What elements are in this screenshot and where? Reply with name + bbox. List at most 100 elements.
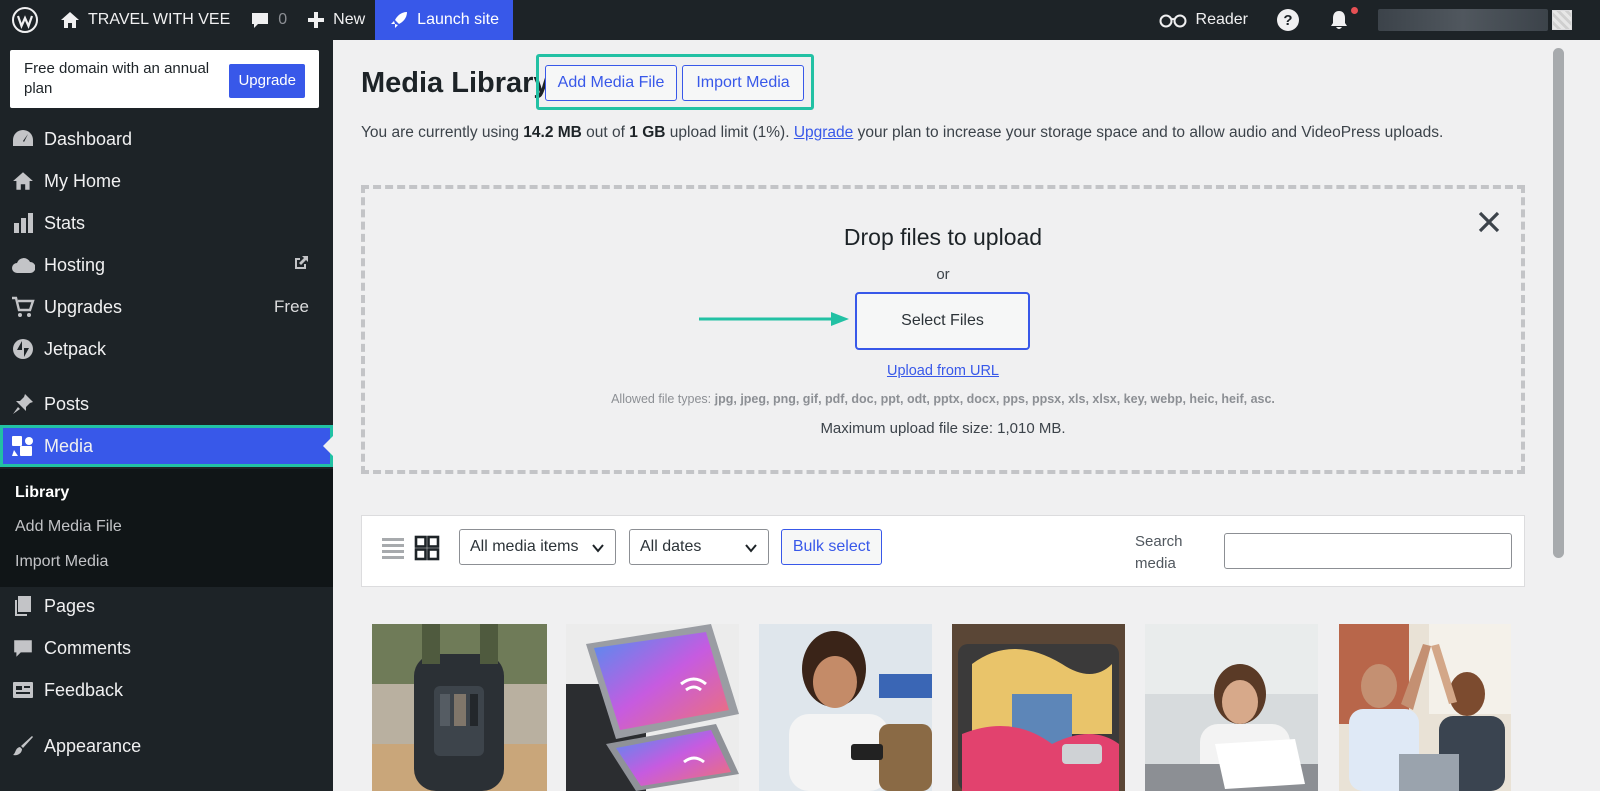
media-type-filter[interactable]: All media items (459, 529, 616, 565)
media-icon (10, 433, 36, 459)
sidebar-item-stats[interactable]: Stats (0, 202, 333, 244)
date-filter[interactable]: All dates (629, 529, 769, 565)
backpack-image (372, 624, 547, 791)
jetpack-icon (10, 336, 36, 362)
submenu-library[interactable]: Library (15, 484, 69, 502)
help-icon: ? (1277, 9, 1299, 31)
sidebar-item-feedback[interactable]: Feedback (0, 669, 333, 711)
sidebar-item-comments[interactable]: Comments (0, 627, 333, 669)
stats-icon (10, 210, 36, 236)
pages-icon (10, 593, 36, 619)
upgrades-badge: Free (274, 297, 309, 316)
upsell-text: Free domain with an annual plan (24, 60, 210, 97)
plus-icon (308, 12, 325, 28)
upsell-banner: Free domain with an annual plan Upgrade (10, 50, 319, 108)
reader-link[interactable]: Reader (1148, 0, 1262, 40)
sidebar-item-media[interactable]: Media (0, 425, 333, 467)
sidebar-item-appearance[interactable]: Appearance (0, 725, 333, 767)
sidebar-item-label: Pages (44, 595, 96, 616)
pin-icon (10, 391, 36, 417)
search-input[interactable] (1224, 533, 1512, 569)
wordpress-logo-button[interactable] (0, 0, 50, 40)
svg-text:?: ? (1283, 12, 1292, 29)
dropzone-or: or (936, 266, 950, 283)
sidebar-item-jetpack[interactable]: Jetpack (0, 328, 333, 370)
comment-icon (10, 635, 36, 661)
glasses-icon (1159, 14, 1187, 28)
packed-suitcase-image (952, 624, 1125, 791)
feedback-icon (10, 677, 36, 703)
dropzone-title: Drop files to upload (843, 224, 1043, 250)
notifications-button[interactable] (1314, 0, 1364, 40)
grid-view-icon[interactable] (414, 535, 440, 561)
submenu-add-media-file[interactable]: Add Media File (15, 518, 122, 536)
comment-icon (252, 13, 269, 28)
sidebar-item-label: Comments (44, 637, 132, 658)
wordpress-icon (12, 7, 38, 33)
sidebar-item-label: Jetpack (44, 338, 107, 359)
site-name-link[interactable]: TRAVEL WITH VEE (50, 0, 240, 40)
sidebar-item-label: Dashboard (44, 128, 133, 149)
sidebar-item-label: Posts (44, 393, 90, 414)
upgrade-button[interactable]: Upgrade (229, 64, 305, 98)
launch-label: Launch site (417, 11, 500, 28)
bulk-select-button[interactable]: Bulk select (781, 529, 882, 565)
media-submenu: Library Add Media File Import Media (0, 469, 333, 587)
chevron-down-icon (592, 544, 604, 553)
sidebar-item-label: Stats (44, 212, 86, 233)
sidebar-item-pages[interactable]: Pages (0, 585, 333, 627)
media-thumbnail[interactable] (952, 624, 1125, 791)
add-media-file-button[interactable]: Add Media File (545, 65, 677, 101)
media-thumbnail[interactable] (566, 624, 739, 791)
office-high-five-image (1339, 624, 1511, 791)
sidebar-item-label: Hosting (44, 254, 106, 275)
home-icon (61, 12, 79, 28)
sidebar-item-label: Feedback (44, 679, 124, 700)
sidebar-item-label: Appearance (44, 735, 142, 756)
sidebar-item-label: Upgrades (44, 296, 123, 317)
sidebar-item-upgrades[interactable]: Upgrades Free (0, 286, 333, 328)
comments-link[interactable]: 0 (240, 0, 297, 40)
storage-limit: 1 GB (629, 124, 666, 141)
import-media-button[interactable]: Import Media (682, 65, 804, 101)
bell-icon (1331, 11, 1347, 29)
reader-label: Reader (1195, 11, 1248, 28)
submenu-import-media[interactable]: Import Media (15, 553, 108, 571)
list-view-icon[interactable] (380, 535, 406, 561)
cloud-icon (10, 252, 36, 278)
account-name-placeholder[interactable] (1378, 9, 1548, 31)
select-files-button[interactable]: Select Files (855, 292, 1030, 350)
sidebar-item-my-home[interactable]: My Home (0, 160, 333, 202)
brush-icon (10, 733, 36, 759)
sidebar-item-label: Media (44, 435, 94, 456)
rocket-icon (391, 12, 408, 28)
scrollbar-thumb[interactable] (1553, 48, 1564, 558)
max-upload-size: Maximum upload file size: 1,010 MB. (820, 420, 1066, 437)
sidebar-item-dashboard[interactable]: Dashboard (0, 118, 333, 160)
allowed-file-types: Allowed file types: jpg, jpeg, png, gif,… (611, 392, 1275, 406)
upgrade-link[interactable]: Upgrade (794, 124, 853, 141)
search-label: Search media (1135, 533, 1183, 572)
storage-usage-notice: You are currently using 14.2 MB out of 1… (361, 124, 1444, 141)
page-title: Media Library (361, 67, 550, 99)
comments-count: 0 (278, 11, 288, 28)
tablets-wifi-image (566, 624, 739, 791)
new-label: New (333, 11, 366, 28)
traveler-phone-image (759, 624, 932, 791)
notification-dot (1351, 7, 1358, 14)
media-thumbnail[interactable] (1145, 624, 1318, 791)
media-thumbnail[interactable] (759, 624, 932, 791)
media-thumbnail[interactable] (1339, 624, 1511, 791)
sidebar-item-posts[interactable]: Posts (0, 383, 333, 425)
cart-icon (10, 294, 36, 320)
help-button[interactable]: ? (1262, 0, 1314, 40)
home-icon (10, 168, 36, 194)
avatar[interactable] (1552, 10, 1572, 30)
new-content-button[interactable]: New (297, 0, 375, 40)
launch-site-button[interactable]: Launch site (375, 0, 514, 40)
woman-reading-image (1145, 624, 1318, 791)
upload-from-url-link[interactable]: Upload from URL (887, 363, 999, 379)
sidebar-item-hosting[interactable]: Hosting (0, 244, 333, 286)
site-name: TRAVEL WITH VEE (88, 11, 231, 28)
media-thumbnail[interactable] (372, 624, 547, 791)
